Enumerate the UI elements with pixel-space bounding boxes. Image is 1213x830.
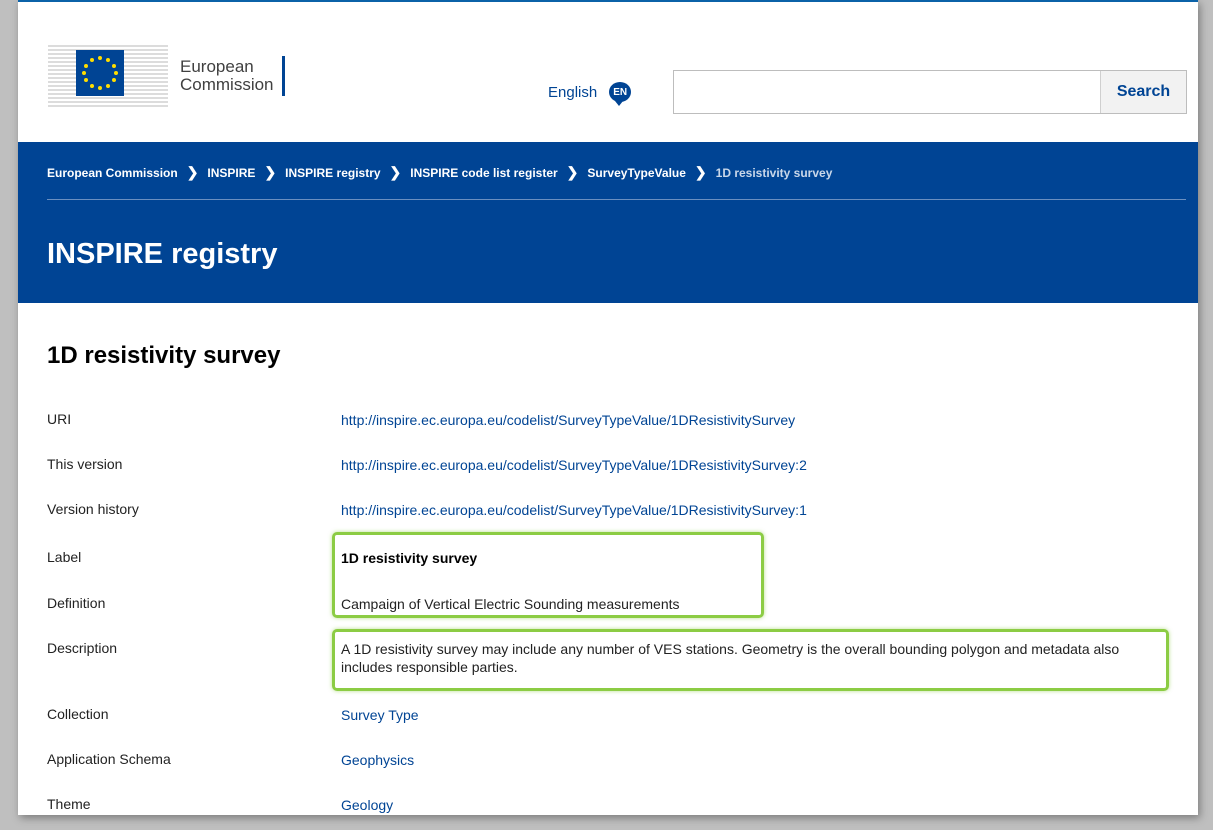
site-title: INSPIRE registry <box>47 238 278 270</box>
breadcrumb-item[interactable]: INSPIRE registry <box>285 166 380 180</box>
property-label: Label <box>47 549 82 565</box>
property-label: Collection <box>47 706 109 722</box>
breadcrumb-current: 1D resistivity survey <box>715 166 833 180</box>
version-history-link[interactable]: http://inspire.ec.europa.eu/codelist/Sur… <box>341 501 1161 519</box>
main-content: 1D resistivity survey URI http://inspire… <box>47 342 1169 813</box>
breadcrumb-item[interactable]: European Commission <box>47 166 178 180</box>
property-label: Application Schema <box>47 751 171 767</box>
logo-line-2: Commission <box>180 75 274 94</box>
search-input[interactable] <box>674 71 1100 113</box>
breadcrumb-item[interactable]: SurveyTypeValue <box>587 166 686 180</box>
chevron-right-icon: ❯ <box>389 164 402 180</box>
this-version-link[interactable]: http://inspire.ec.europa.eu/codelist/Sur… <box>341 456 1161 474</box>
logo-divider <box>281 56 285 96</box>
search-box: Search <box>673 70 1187 114</box>
property-label: This version <box>47 456 123 472</box>
language-selector[interactable]: English EN <box>548 82 632 106</box>
ec-logo[interactable]: European Commission <box>48 42 285 110</box>
property-label: Version history <box>47 501 139 517</box>
theme-link[interactable]: Geology <box>341 796 1161 814</box>
site-header: European Commission English EN Search <box>18 2 1198 142</box>
search-button[interactable]: Search <box>1100 71 1186 113</box>
highlight-box-label-definition <box>332 532 764 618</box>
property-label: Description <box>47 640 118 656</box>
language-label: English <box>548 83 598 101</box>
page-title: 1D resistivity survey <box>47 342 281 369</box>
collection-link[interactable]: Survey Type <box>341 706 1161 724</box>
logo-line-1: European <box>180 57 254 76</box>
chevron-right-icon: ❯ <box>264 164 277 180</box>
application-schema-link[interactable]: Geophysics <box>341 751 1161 769</box>
property-label: Theme <box>47 796 91 812</box>
highlight-box-description <box>332 629 1169 691</box>
breadcrumb: European Commission ❯ INSPIRE ❯ INSPIRE … <box>47 164 1186 200</box>
breadcrumb-item[interactable]: INSPIRE code list register <box>410 166 557 180</box>
breadcrumb-item[interactable]: INSPIRE <box>207 166 255 180</box>
language-icon: EN <box>609 82 632 106</box>
page: European Commission English EN Search Eu… <box>18 0 1198 815</box>
uri-link[interactable]: http://inspire.ec.europa.eu/codelist/Sur… <box>341 411 1161 429</box>
ec-logo-graphic <box>48 42 168 110</box>
chevron-right-icon: ❯ <box>186 164 199 180</box>
chevron-right-icon: ❯ <box>694 164 707 180</box>
property-label: URI <box>47 411 72 427</box>
property-label: Definition <box>47 595 106 611</box>
chevron-right-icon: ❯ <box>566 164 579 180</box>
ec-logo-text: European Commission <box>180 58 274 94</box>
title-band: European Commission ❯ INSPIRE ❯ INSPIRE … <box>18 142 1198 303</box>
